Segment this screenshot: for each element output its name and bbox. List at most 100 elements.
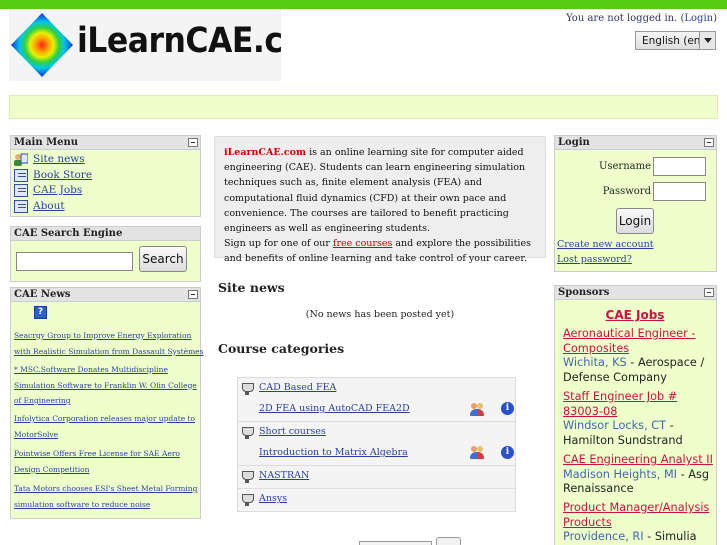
category-icon: [241, 427, 254, 439]
job-location: Wichita, KS: [563, 356, 627, 369]
news-link[interactable]: Pointwise Offers Free License for SAE Ae…: [14, 449, 180, 474]
username-field[interactable]: [653, 157, 706, 176]
login-status: You are not logged in. (Login): [566, 13, 717, 24]
guest-access-icon[interactable]: [470, 402, 484, 416]
password-field[interactable]: [653, 182, 706, 201]
lost-password-link[interactable]: Lost password?: [557, 254, 632, 265]
site-intro: iLearnCAE.com is an online learning site…: [214, 136, 546, 264]
block-title: Sponsors: [558, 287, 610, 298]
job-listing[interactable]: Aeronautical Engineer - Composites Wichi…: [563, 327, 717, 385]
help-icon[interactable]: ?: [34, 306, 47, 319]
block-title: Login: [558, 137, 590, 148]
guest-access-icon[interactable]: [470, 445, 484, 459]
course-info-icon[interactable]: i: [501, 446, 514, 459]
job-location: Madison Heights, MI: [563, 467, 678, 481]
category-link-short-courses[interactable]: Short courses: [259, 426, 326, 437]
document-icon: [14, 169, 28, 182]
create-account-link[interactable]: Create new account: [557, 239, 654, 250]
free-courses-link[interactable]: free courses: [333, 238, 392, 249]
menu-label[interactable]: About: [33, 200, 65, 212]
login-status-text: You are not logged in.: [566, 13, 678, 24]
search-button[interactable]: Search: [139, 246, 187, 272]
block-header: Main Menu: [11, 136, 200, 150]
block-header: CAE News: [11, 288, 200, 302]
news-link[interactable]: * MSC.Software Donates Multidiscipline S…: [14, 365, 197, 405]
login-block: Login Username Password Login Create new…: [554, 135, 717, 272]
site-news-heading: Site news: [218, 280, 285, 295]
block-body: ? Seacrgy Group to Improve Energy Explor…: [11, 302, 203, 518]
news-item[interactable]: Pointwise Offers Free License for SAE Ae…: [14, 446, 204, 477]
job-company: Simulia: [654, 530, 697, 543]
category-icon: [241, 494, 254, 506]
job-title[interactable]: Aeronautical Engineer - Composites: [563, 327, 695, 355]
username-label: Username: [598, 161, 651, 172]
course-link[interactable]: 2D FEA using AutoCAD FEA2D: [259, 403, 410, 414]
login-button[interactable]: Login: [616, 208, 654, 234]
job-listing[interactable]: Staff Engineer Job # 83003-08 Windsor Lo…: [563, 390, 717, 448]
news-link[interactable]: Infolytica Corporation releases major up…: [14, 414, 195, 439]
header-login-link[interactable]: Login: [684, 13, 713, 24]
news-item[interactable]: Seacrgy Group to Improve Energy Explorat…: [14, 328, 204, 359]
language-select[interactable]: English (en): [635, 31, 716, 50]
block-title: CAE Search Engine: [14, 228, 123, 239]
news-link[interactable]: Seacrgy Group to Improve Energy Explorat…: [14, 331, 203, 356]
search-input[interactable]: [16, 252, 133, 271]
course-categories-list: CAD Based FEA 2D FEA using AutoCAD FEA2D…: [237, 377, 516, 512]
category-link-ansys[interactable]: Ansys: [259, 493, 287, 504]
navigation-bar: [9, 95, 718, 119]
collapse-icon[interactable]: [704, 288, 714, 297]
menu-label[interactable]: CAE Jobs: [33, 184, 82, 196]
news-link[interactable]: Tata Motors chooses ESI's Sheet Metal Fo…: [14, 484, 197, 509]
intro-text-2: Sign up for one of our: [224, 238, 333, 250]
menu-label[interactable]: Book Store: [33, 169, 92, 181]
search-engine-block: CAE Search Engine Search: [10, 226, 201, 282]
collapse-icon[interactable]: [188, 138, 198, 147]
top-color-bar: [0, 0, 727, 9]
job-listing[interactable]: CAE Engineering Analyst II Madison Heigh…: [563, 453, 717, 497]
block-body: Search: [11, 241, 200, 281]
cae-jobs-heading[interactable]: CAE Jobs: [555, 308, 715, 322]
block-body: Site news Book Store CAE Jobs About: [11, 150, 200, 216]
category-icon: [241, 383, 254, 395]
job-location: Providence, RI: [563, 530, 644, 543]
news-item[interactable]: Infolytica Corporation releases major up…: [14, 411, 204, 442]
news-icon: [14, 153, 28, 166]
category-link-cad-based-fea[interactable]: CAD Based FEA: [259, 382, 336, 393]
job-location: Windsor Locks, CT: [563, 419, 667, 432]
course-search-input[interactable]: [359, 541, 432, 545]
category-row: Short courses Introduction to Matrix Alg…: [238, 422, 515, 466]
block-header: CAE Search Engine: [11, 227, 200, 241]
document-icon: [14, 184, 28, 197]
block-title: CAE News: [14, 289, 71, 300]
site-logo[interactable]: iLearnCAE.com: [9, 9, 281, 81]
job-title[interactable]: Staff Engineer Job # 83003-08: [563, 390, 677, 418]
cae-news-block: CAE News ? Seacrgy Group to Improve Ener…: [10, 287, 203, 519]
menu-label[interactable]: Site news: [33, 153, 85, 165]
collapse-icon[interactable]: [704, 138, 714, 147]
chevron-down-icon: [699, 32, 715, 49]
block-title: Main Menu: [14, 137, 79, 148]
intro-text-1: is an online learning site for computer …: [224, 147, 526, 235]
block-header: Sponsors: [555, 286, 716, 300]
block-body: CAE Jobs Aeronautical Engineer - Composi…: [555, 300, 716, 545]
news-item[interactable]: Tata Motors chooses ESI's Sheet Metal Fo…: [14, 481, 204, 512]
collapse-icon[interactable]: [188, 290, 198, 299]
intro-text: iLearnCAE.com is an online learning site…: [224, 145, 540, 267]
course-search-button[interactable]: [436, 537, 461, 545]
category-row: CAD Based FEA 2D FEA using AutoCAD FEA2D…: [238, 378, 515, 422]
logo-diamond-icon: [11, 13, 73, 77]
category-link-nastran[interactable]: NASTRAN: [259, 470, 309, 481]
job-title[interactable]: CAE Engineering Analyst II: [563, 453, 713, 466]
course-categories-heading: Course categories: [218, 341, 345, 356]
main-menu-block: Main Menu Site news Book Store CAE Jobs …: [10, 135, 201, 217]
course-link[interactable]: Introduction to Matrix Algebra: [259, 447, 408, 458]
course-info-icon[interactable]: i: [501, 402, 514, 415]
no-news-message: (No news has been posted yet): [305, 309, 455, 320]
job-listing[interactable]: Product Manager/Analysis Products Provid…: [563, 501, 717, 545]
block-body: Username Password Login Create new accou…: [555, 150, 716, 271]
job-title[interactable]: Product Manager/Analysis Products: [563, 501, 709, 529]
document-icon: [14, 200, 28, 213]
news-item[interactable]: * MSC.Software Donates Multidiscipline S…: [14, 362, 204, 409]
block-header: Login: [555, 136, 716, 150]
category-row: Ansys: [238, 489, 515, 512]
